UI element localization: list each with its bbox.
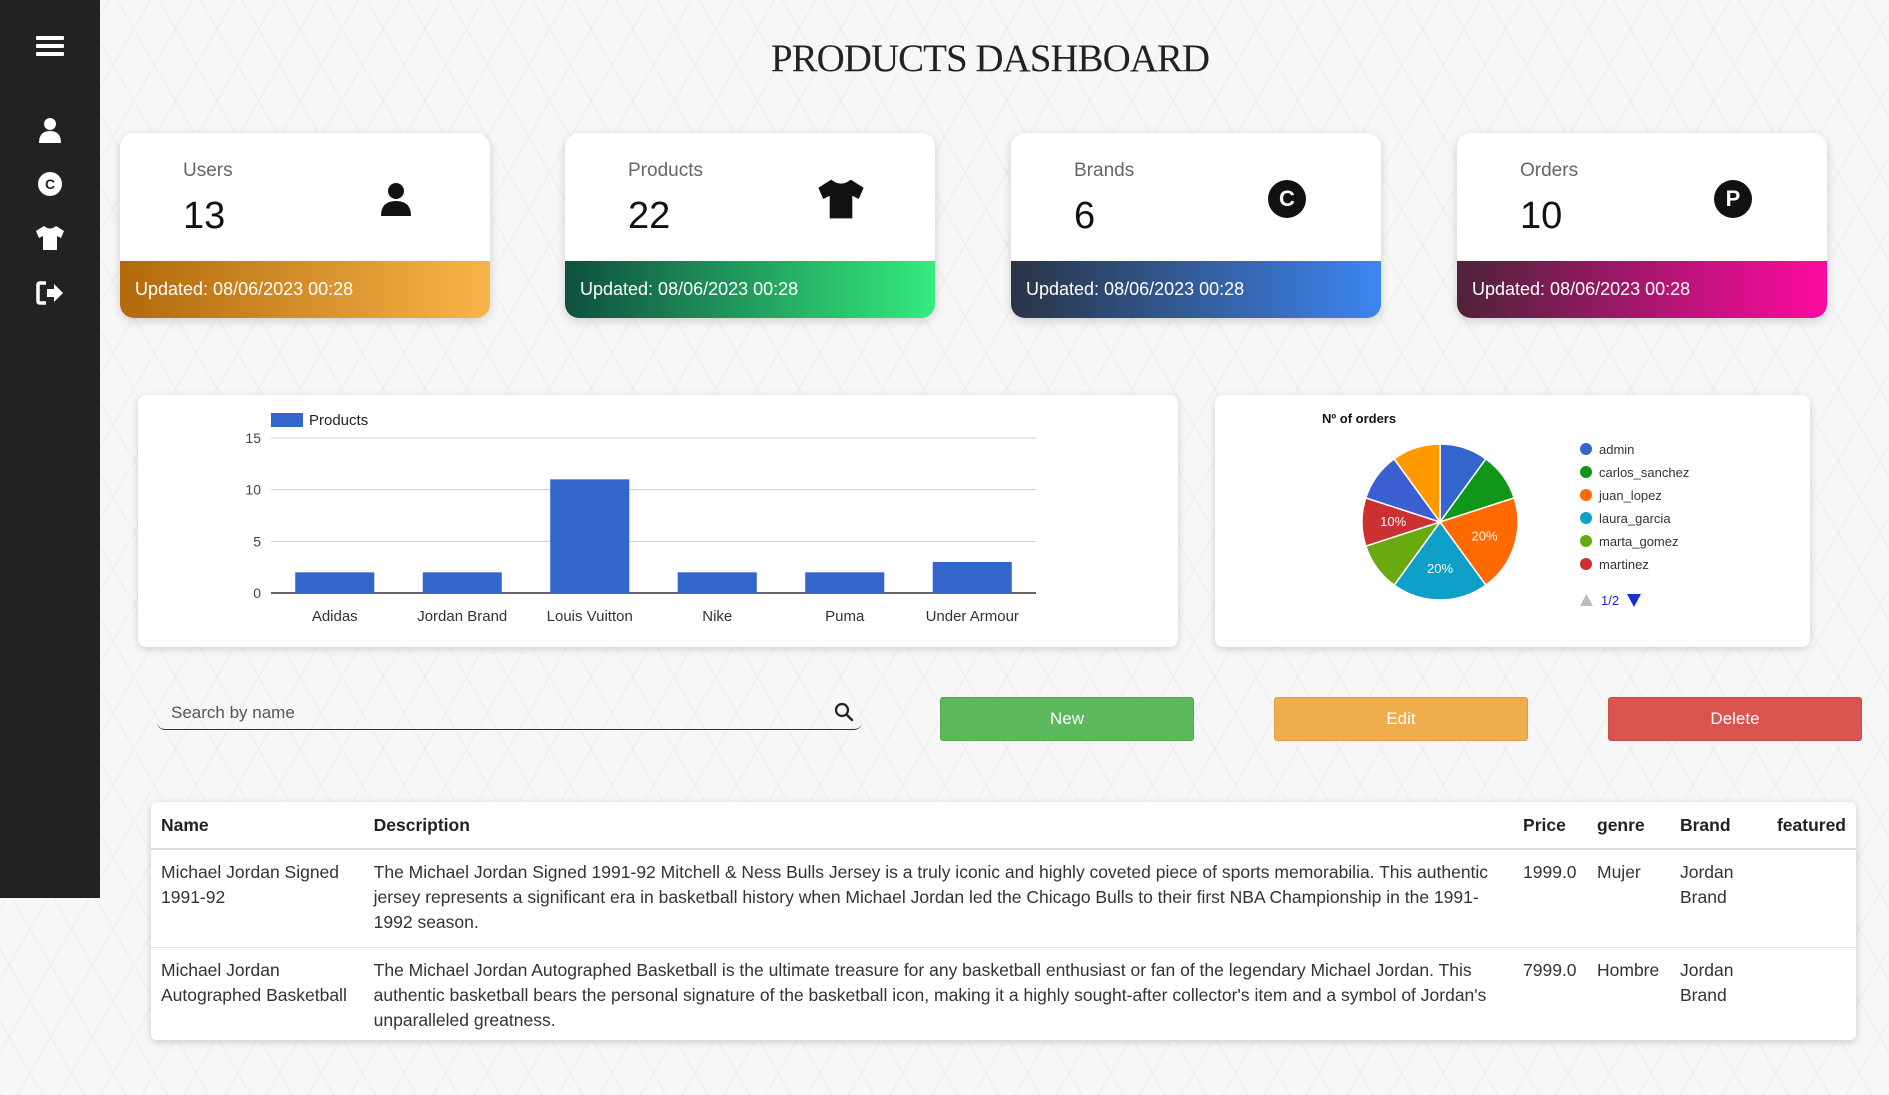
legend-dot (1580, 489, 1592, 501)
stat-value: 6 (1074, 195, 1096, 237)
legend-dot (1580, 443, 1592, 455)
y-tick-label: 5 (253, 533, 261, 549)
stat-label: Users (183, 160, 233, 181)
x-tick-label: Jordan Brand (417, 608, 507, 625)
legend-next-icon[interactable] (1627, 594, 1641, 607)
logout-icon[interactable] (32, 275, 68, 311)
legend-label: martinez (1599, 557, 1649, 572)
legend-label: marta_gomez (1599, 534, 1678, 549)
svg-text:C: C (1279, 186, 1295, 211)
search-input[interactable] (169, 699, 813, 727)
products-table: Name Description Price genre Brand featu… (151, 802, 1856, 1040)
bar-chart: Products 0 5 10 15 Adidas Jordan Brand Louis Vu… (245, 412, 1036, 625)
search-bar (157, 697, 862, 730)
cell-description: The Michael Jordan Autographed Basketbal… (363, 947, 1514, 1040)
bar[interactable] (295, 572, 375, 593)
user-icon (370, 173, 422, 225)
search-icon[interactable] (834, 702, 854, 727)
x-tick-label: Louis Vuitton (547, 608, 633, 625)
cell-price: 1999.0 (1513, 849, 1587, 948)
copyright-brand-icon[interactable]: C (32, 166, 68, 202)
x-tick-label: Nike (702, 608, 732, 625)
stat-label: Orders (1520, 160, 1579, 181)
column-header-featured[interactable]: featured (1766, 802, 1856, 850)
stat-card-orders: Orders 10 P Updated: 08/06/2023 00:28 (1457, 133, 1827, 318)
legend-dot (1580, 558, 1592, 570)
legend-dot (1580, 512, 1592, 524)
stat-card-products: Products 22 Updated: 08/06/2023 00:28 (565, 133, 935, 318)
legend-dot (1580, 466, 1592, 478)
table-header-row: Name Description Price genre Brand featu… (151, 802, 1856, 850)
table-row[interactable]: Michael Jordan Autographed Basketball Th… (151, 947, 1856, 1040)
bar-chart-panel: Products 0 5 10 15 Adidas Jordan Brand Louis Vu… (138, 395, 1178, 647)
x-tick-label: Puma (825, 608, 865, 625)
y-tick-label: 10 (245, 482, 261, 498)
stat-updated: Updated: 08/06/2023 00:28 (565, 261, 935, 318)
stat-updated: Updated: 08/06/2023 00:28 (120, 261, 490, 318)
cell-featured (1766, 947, 1856, 1040)
stat-updated: Updated: 08/06/2023 00:28 (1457, 261, 1827, 318)
stat-value: 10 (1520, 195, 1563, 237)
pie-chart: Nº of orders 20% 20% 10% admin carlos_sanchez… (1322, 411, 1689, 608)
column-header-name[interactable]: Name (151, 802, 364, 850)
stat-value: 13 (183, 195, 226, 237)
new-button[interactable]: New (940, 697, 1194, 741)
edit-button[interactable]: Edit (1274, 697, 1528, 741)
cell-name: Michael Jordan Signed 1991-92 (151, 849, 364, 948)
menu-icon[interactable] (32, 28, 68, 64)
cell-brand: Jordan Brand (1669, 947, 1767, 1040)
cell-genre: Hombre (1587, 947, 1670, 1040)
stat-value: 22 (628, 195, 671, 237)
legend-prev-icon[interactable] (1580, 594, 1593, 606)
cell-description: The Michael Jordan Signed 1991-92 Mitche… (363, 849, 1514, 948)
delete-button[interactable]: Delete (1608, 697, 1862, 741)
bar[interactable] (677, 572, 757, 593)
table-row[interactable]: Michael Jordan Signed 1991-92 The Michae… (151, 849, 1856, 948)
cell-featured (1766, 849, 1856, 948)
bar[interactable] (805, 572, 885, 593)
user-icon[interactable] (32, 112, 68, 148)
cell-genre: Mujer (1587, 849, 1670, 948)
copyright-icon: C (1261, 173, 1313, 225)
legend-label: admin (1599, 442, 1634, 457)
tshirt-icon[interactable] (32, 220, 68, 256)
bar[interactable] (550, 479, 630, 593)
cell-price: 7999.0 (1513, 947, 1587, 1040)
legend-label: laura_garcia (1599, 511, 1671, 526)
stat-label: Products (628, 160, 703, 181)
legend-dot (1580, 535, 1592, 547)
legend-swatch (271, 413, 303, 427)
legend-label: Products (309, 412, 368, 429)
column-header-price[interactable]: Price (1513, 802, 1587, 850)
pie-slice-label: 20% (1427, 561, 1453, 576)
bar[interactable] (932, 562, 1012, 593)
pie-chart-panel: Nº of orders 20% 20% 10% admin carlos_sanchez… (1215, 395, 1810, 647)
sidebar: C (0, 0, 100, 898)
cell-name: Michael Jordan Autographed Basketball (151, 947, 364, 1040)
cell-brand: Jordan Brand (1669, 849, 1767, 948)
svg-text:C: C (45, 176, 55, 192)
pie-title: Nº of orders (1322, 411, 1396, 426)
bar[interactable] (422, 572, 502, 593)
tshirt-icon (815, 173, 867, 225)
y-tick-label: 0 (253, 585, 261, 601)
pie-slice-label: 20% (1471, 528, 1497, 543)
pie-slice-label: 10% (1380, 514, 1406, 529)
x-tick-label: Under Armour (926, 608, 1019, 625)
x-tick-label: Adidas (312, 608, 358, 625)
column-header-genre[interactable]: genre (1587, 802, 1670, 850)
p-circle-icon: P (1707, 173, 1759, 225)
svg-text:P: P (1726, 186, 1741, 211)
stat-updated: Updated: 08/06/2023 00:28 (1011, 261, 1381, 318)
legend-label: carlos_sanchez (1599, 465, 1689, 480)
y-tick-label: 15 (245, 430, 261, 446)
column-header-brand[interactable]: Brand (1669, 802, 1767, 850)
page-title: PRODUCTS DASHBOARD (770, 37, 1210, 80)
legend-label: juan_lopez (1598, 488, 1662, 503)
column-header-description[interactable]: Description (363, 802, 1514, 850)
stat-card-brands: Brands 6 C Updated: 08/06/2023 00:28 (1011, 133, 1381, 318)
stat-label: Brands (1074, 160, 1135, 181)
legend-page-indicator: 1/2 (1601, 593, 1619, 608)
stat-card-users: Users 13 Updated: 08/06/2023 00:28 (120, 133, 490, 318)
